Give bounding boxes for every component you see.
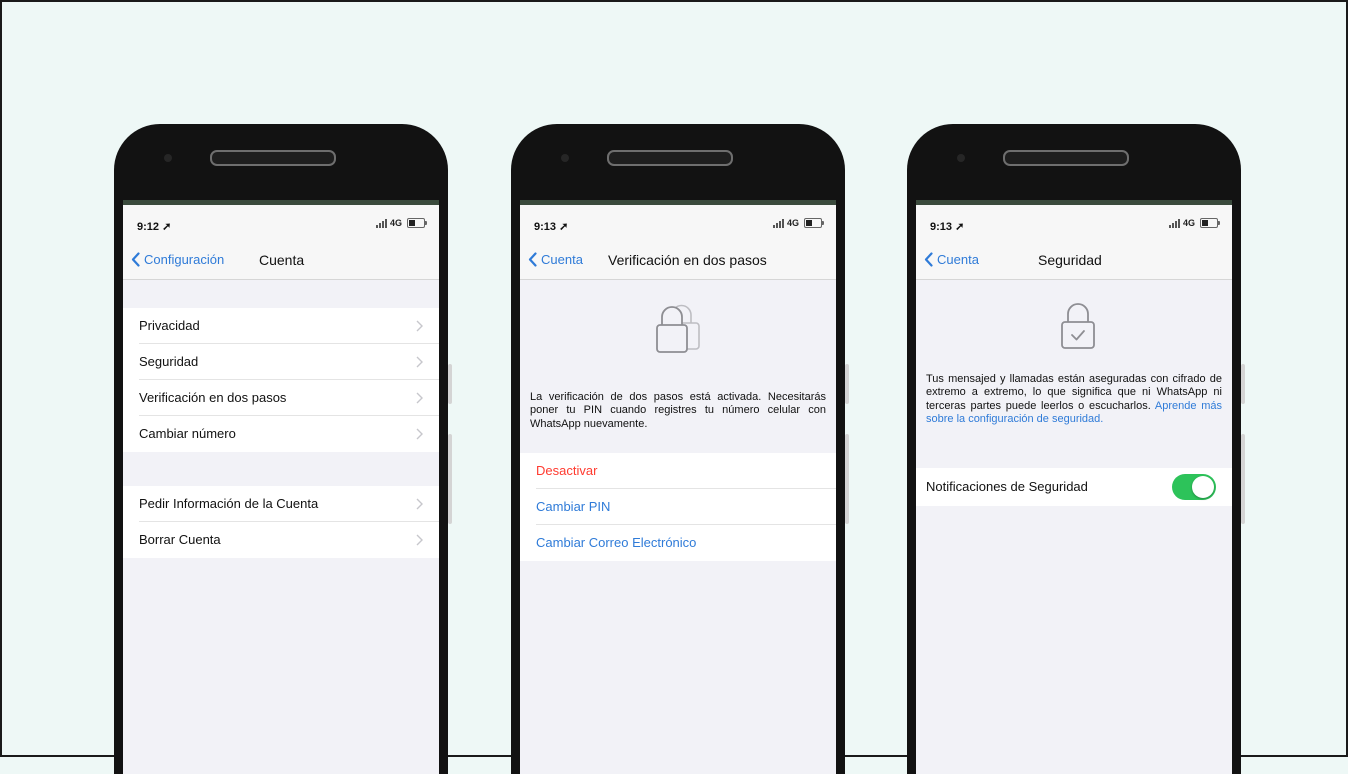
- settings-item-two-step[interactable]: Verificación en dos pasos: [123, 380, 439, 416]
- settings-item-label: Verificación en dos pasos: [139, 390, 287, 405]
- settings-item-label: Cambiar número: [139, 426, 236, 441]
- screen: 9:13 ➚ 4G Cuenta Seguridad Tus mensajed …: [916, 200, 1232, 774]
- battery-icon: [804, 218, 824, 228]
- chevron-right-icon: [416, 534, 423, 546]
- back-button[interactable]: Cuenta: [924, 252, 979, 267]
- back-button[interactable]: Cuenta: [528, 252, 583, 267]
- location-arrow-icon: ➚: [955, 221, 965, 233]
- side-button: [1241, 364, 1245, 404]
- nav-title: Seguridad: [1038, 252, 1102, 268]
- status-time: 9:13 ➚: [534, 221, 569, 233]
- front-camera: [561, 154, 569, 162]
- front-camera: [164, 154, 172, 162]
- change-email-button[interactable]: Cambiar Correo Electrónico: [520, 525, 836, 561]
- navigation-bar: Cuenta Verificación en dos pasos: [520, 241, 836, 280]
- settings-item-privacy[interactable]: Privacidad: [123, 308, 439, 344]
- earpiece-speaker: [210, 150, 336, 166]
- network-type: 4G: [786, 218, 799, 228]
- chevron-left-icon: [528, 252, 537, 267]
- change-pin-button[interactable]: Cambiar PIN: [520, 489, 836, 525]
- security-notifications-toggle[interactable]: [1172, 474, 1216, 500]
- phone-security: 9:13 ➚ 4G Cuenta Seguridad Tus mensajed …: [907, 124, 1245, 774]
- toggle-knob: [1192, 476, 1214, 498]
- settings-item-label: Pedir Información de la Cuenta: [139, 496, 319, 511]
- chevron-right-icon: [416, 320, 423, 332]
- location-arrow-icon: ➚: [162, 221, 172, 233]
- phone-account: 9:12 ➚ 4G Configuración Cuenta Privacida…: [114, 124, 452, 774]
- disable-label: Desactivar: [536, 463, 598, 478]
- nav-title: Cuenta: [259, 252, 305, 268]
- network-type: 4G: [389, 218, 402, 228]
- status-bar: 9:13 ➚ 4G: [916, 205, 1232, 241]
- settings-item-change-number[interactable]: Cambiar número: [123, 416, 439, 452]
- location-arrow-icon: ➚: [559, 221, 569, 233]
- status-indicators: 4G: [1168, 218, 1220, 228]
- nav-title: Verificación en dos pasos: [608, 252, 767, 268]
- settings-item-label: Privacidad: [139, 318, 200, 333]
- security-description: Tus mensajed y llamadas están aseguradas…: [926, 373, 1222, 426]
- back-button[interactable]: Configuración: [131, 252, 224, 267]
- battery-icon: [407, 218, 427, 228]
- signal-bars-icon: [772, 218, 784, 228]
- status-bar: 9:12 ➚ 4G: [123, 205, 439, 241]
- double-lock-icon: [656, 304, 700, 353]
- side-button: [845, 434, 849, 524]
- battery-icon: [1200, 218, 1220, 228]
- signal-bars-icon: [1168, 218, 1180, 228]
- status-bar: 9:13 ➚ 4G: [520, 205, 836, 241]
- side-button: [845, 364, 849, 404]
- chevron-left-icon: [924, 252, 933, 267]
- chevron-left-icon: [131, 252, 140, 267]
- settings-item-delete-account[interactable]: Borrar Cuenta: [123, 522, 439, 558]
- chevron-right-icon: [416, 356, 423, 368]
- network-type: 4G: [1182, 218, 1195, 228]
- signal-bars-icon: [375, 218, 387, 228]
- security-notifications-row: Notificaciones de Seguridad: [916, 468, 1232, 506]
- change-email-label: Cambiar Correo Electrónico: [536, 535, 697, 550]
- earpiece-speaker: [607, 150, 733, 166]
- front-camera: [957, 154, 965, 162]
- screen: 9:13 ➚ 4G Cuenta Verificación en dos pas…: [520, 200, 836, 774]
- two-step-description: La verificación de dos pasos está activa…: [530, 391, 826, 430]
- settings-item-request-info[interactable]: Pedir Información de la Cuenta: [123, 486, 439, 522]
- status-indicators: 4G: [375, 218, 427, 228]
- side-button: [1241, 434, 1245, 524]
- chevron-right-icon: [416, 392, 423, 404]
- account-data-group: Pedir Información de la Cuenta Borrar Cu…: [123, 486, 439, 558]
- chevron-right-icon: [416, 428, 423, 440]
- earpiece-speaker: [1003, 150, 1129, 166]
- security-notifications-group: Notificaciones de Seguridad: [916, 468, 1232, 506]
- back-label: Cuenta: [937, 252, 979, 267]
- phone-two-step: 9:13 ➚ 4G Cuenta Verificación en dos pas…: [511, 124, 849, 774]
- navigation-bar: Cuenta Seguridad: [916, 241, 1232, 280]
- change-pin-label: Cambiar PIN: [536, 499, 611, 514]
- security-notifications-label: Notificaciones de Seguridad: [926, 479, 1088, 494]
- status-indicators: 4G: [772, 218, 824, 228]
- chevron-right-icon: [416, 498, 423, 510]
- screen: 9:12 ➚ 4G Configuración Cuenta Privacida…: [123, 200, 439, 774]
- lock-check-icon: [1061, 303, 1095, 349]
- back-label: Configuración: [144, 252, 225, 267]
- back-label: Cuenta: [541, 252, 583, 267]
- settings-item-security[interactable]: Seguridad: [123, 344, 439, 380]
- navigation-bar: Configuración Cuenta: [123, 241, 439, 280]
- two-step-actions: Desactivar Cambiar PIN Cambiar Correo El…: [520, 453, 836, 561]
- status-time: 9:13 ➚: [930, 221, 965, 233]
- status-time: 9:12 ➚: [137, 221, 172, 233]
- disable-button[interactable]: Desactivar: [520, 453, 836, 489]
- settings-item-label: Borrar Cuenta: [139, 532, 221, 547]
- side-button: [448, 364, 452, 404]
- side-button: [448, 434, 452, 524]
- account-settings-group: Privacidad Seguridad Verificación en dos…: [123, 308, 439, 452]
- settings-item-label: Seguridad: [139, 354, 199, 369]
